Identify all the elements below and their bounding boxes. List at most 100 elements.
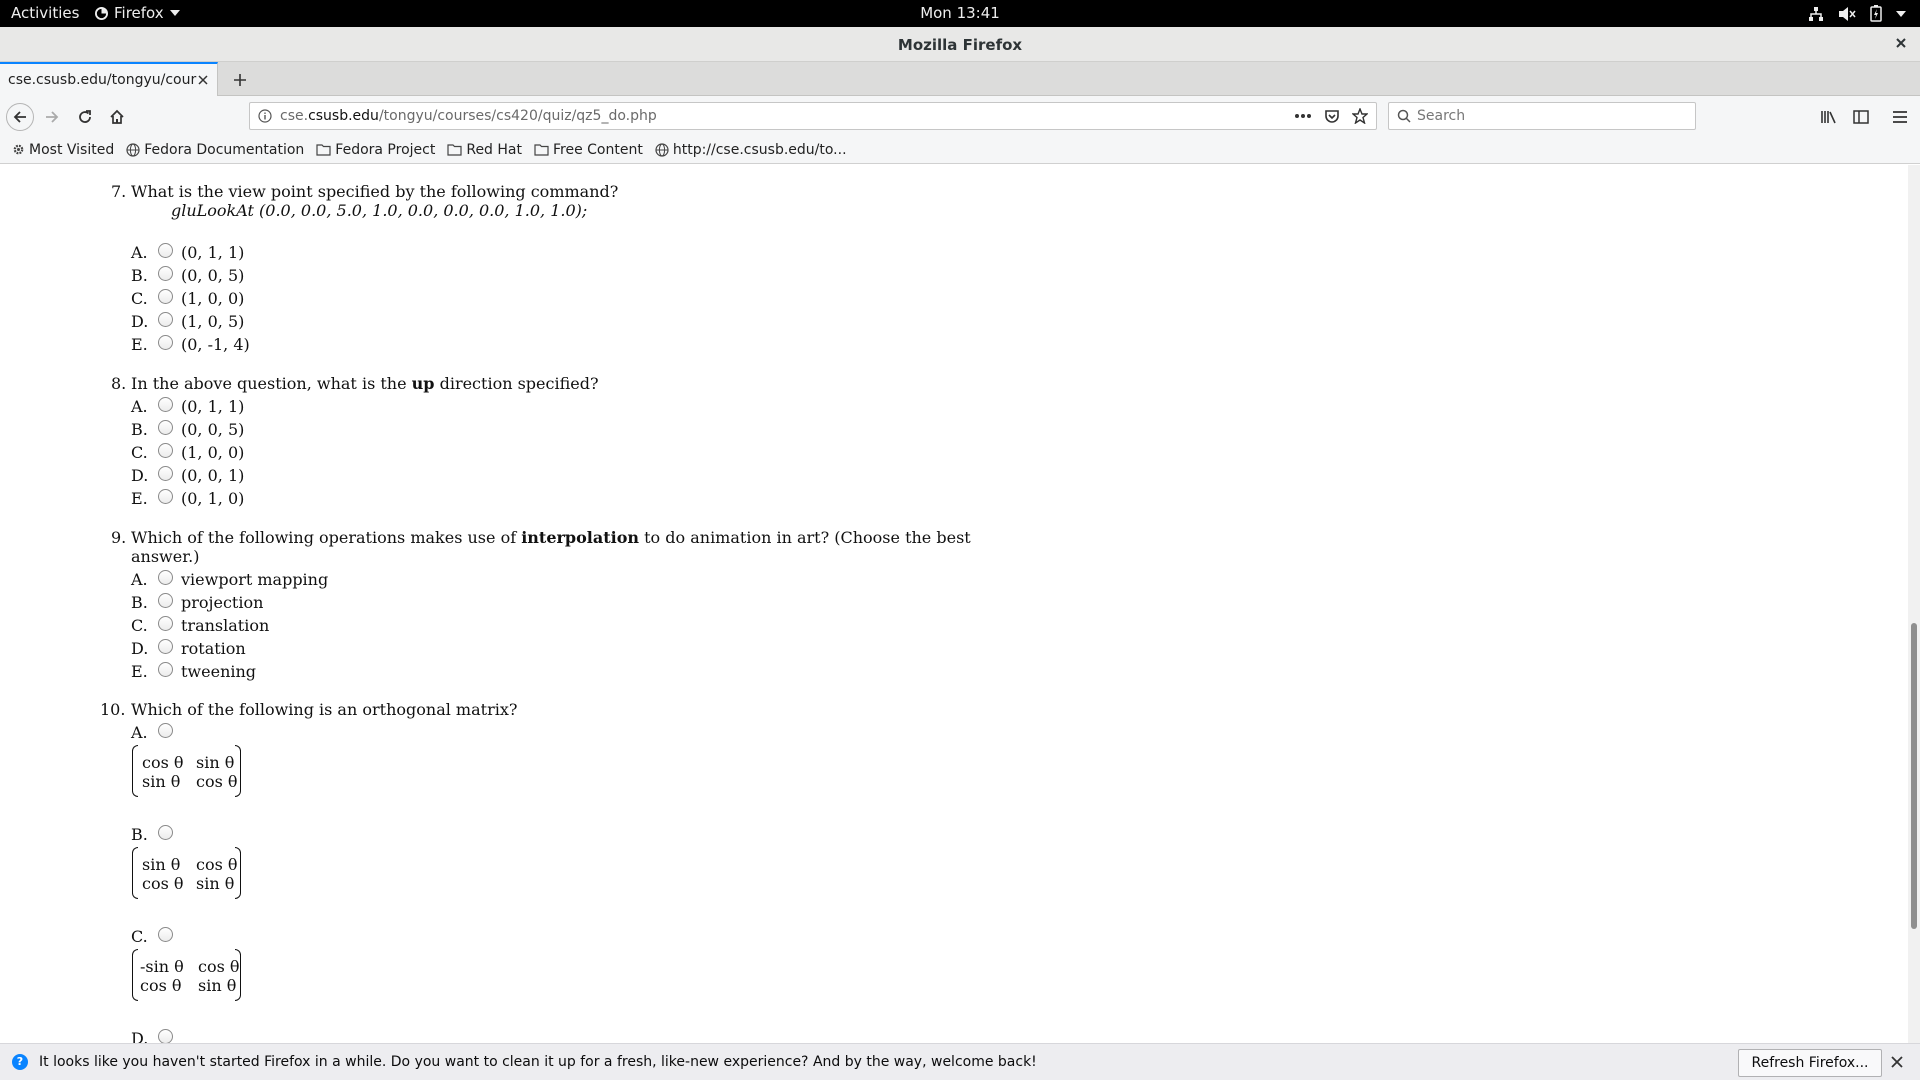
radio-button[interactable] (158, 662, 173, 677)
radio-button[interactable] (158, 420, 173, 435)
matrix-cell: cos θ (196, 772, 238, 791)
bookmark-fedora-documentation[interactable]: Fedora Documentation (126, 142, 304, 158)
question-text-line2: answer.) (131, 547, 200, 566)
bookmark-star-icon[interactable] (1352, 108, 1368, 124)
system-tray[interactable] (1808, 5, 1906, 22)
close-tab-icon[interactable] (197, 74, 209, 86)
bookmarks-toolbar: Most Visited Fedora Documentation Fedora… (0, 136, 1920, 164)
tab-strip: cse.csusb.edu/tongyu/course (0, 62, 1920, 96)
tab-active[interactable]: cse.csusb.edu/tongyu/course (0, 62, 218, 96)
radio-button[interactable] (158, 639, 173, 654)
radio-button[interactable] (158, 335, 173, 350)
sidebar-button[interactable] (1848, 104, 1874, 130)
arrow-right-icon (44, 109, 60, 125)
library-button[interactable] (1816, 104, 1842, 130)
vertical-scrollbar[interactable] (1908, 165, 1920, 1043)
question-number: 10. (100, 700, 126, 719)
radio-button[interactable] (158, 825, 173, 840)
home-button[interactable] (104, 104, 130, 130)
option-text: tweening (181, 662, 257, 681)
close-icon[interactable] (1890, 1055, 1904, 1069)
matrix-cell: cos θ (196, 855, 238, 874)
question-text: What is the view point specified by the … (131, 182, 619, 201)
search-bar[interactable] (1388, 102, 1696, 130)
radio-button[interactable] (158, 723, 173, 738)
option-text: projection (181, 593, 264, 612)
radio-button[interactable] (158, 466, 173, 481)
option-text: (0, 0, 5) (181, 420, 245, 439)
radio-button[interactable] (158, 1029, 173, 1043)
app-menu[interactable]: Firefox (95, 4, 180, 22)
folder-icon (534, 143, 549, 156)
arrow-left-icon (12, 109, 28, 125)
activities-button[interactable]: Activities (11, 4, 79, 22)
bookmark-label: Most Visited (29, 141, 115, 158)
app-menu-label: Firefox (114, 4, 164, 22)
matrix-bracket-left (132, 745, 138, 797)
reload-icon (77, 109, 93, 125)
folder-icon (316, 143, 331, 156)
url-text[interactable]: cse.csusb.edu/tongyu/courses/cs420/quiz/… (280, 108, 1294, 124)
notification-bar: ? It looks like you haven't started Fire… (0, 1043, 1920, 1080)
sidebar-icon (1853, 110, 1869, 124)
radio-button[interactable] (158, 397, 173, 412)
search-input[interactable] (1417, 108, 1695, 124)
new-tab-button[interactable] (228, 68, 252, 92)
radio-button[interactable] (158, 489, 173, 504)
matrix-cell: cos θ (198, 957, 240, 976)
url-path: /tongyu/courses/cs420/quiz/qz5_do.php (378, 108, 657, 124)
matrix-bracket-right (235, 745, 241, 797)
question-icon: ? (12, 1054, 28, 1070)
forward-button[interactable] (39, 104, 65, 130)
matrix-cell: sin θ (198, 976, 237, 995)
bookmark-cse-csusb[interactable]: http://cse.csusb.edu/to... (655, 142, 847, 158)
option-letter: C. (131, 927, 148, 946)
option-text: (0, 0, 1) (181, 466, 245, 485)
pocket-icon[interactable] (1324, 108, 1340, 124)
globe-icon (126, 142, 140, 157)
bookmark-free-content[interactable]: Free Content (534, 142, 643, 158)
url-domain: csusb.edu (308, 108, 379, 124)
radio-button[interactable] (158, 266, 173, 281)
option-letter: D. (131, 466, 149, 485)
menu-button[interactable] (1887, 104, 1913, 130)
hamburger-menu-icon (1892, 110, 1908, 124)
option-letter: A. (131, 723, 148, 742)
radio-button[interactable] (158, 443, 173, 458)
option-letter: C. (131, 616, 148, 635)
radio-button[interactable] (158, 593, 173, 608)
option-letter: E. (131, 489, 148, 508)
option-text: (0, 1, 0) (181, 489, 245, 508)
window-close-icon[interactable] (1894, 36, 1908, 50)
page-actions-icon[interactable] (1294, 113, 1312, 119)
question-number: 7. (111, 182, 127, 201)
reload-button[interactable] (72, 104, 98, 130)
url-bar[interactable]: cse.csusb.edu/tongyu/courses/cs420/quiz/… (249, 102, 1377, 130)
matrix-cell: sin θ (196, 753, 235, 772)
radio-button[interactable] (158, 570, 173, 585)
scrollbar-thumb[interactable] (1911, 623, 1917, 929)
bookmark-most-visited[interactable]: Most Visited (12, 142, 114, 158)
globe-icon (655, 142, 669, 157)
back-button[interactable] (6, 103, 34, 131)
option-letter: B. (131, 825, 148, 844)
radio-button[interactable] (158, 312, 173, 327)
gnome-top-bar: Activities Firefox Mon 13:41 (0, 0, 1920, 27)
radio-button[interactable] (158, 243, 173, 258)
radio-button[interactable] (158, 927, 173, 942)
question-number: 8. (111, 374, 127, 393)
option-text: (0, 1, 1) (181, 397, 245, 416)
clock[interactable]: Mon 13:41 (920, 4, 1000, 22)
refresh-firefox-button[interactable]: Refresh Firefox... (1738, 1049, 1882, 1077)
option-letter: A. (131, 570, 148, 589)
page-content: 7. What is the view point specified by t… (0, 165, 1908, 1043)
bookmark-fedora-project[interactable]: Fedora Project (316, 142, 435, 158)
radio-button[interactable] (158, 616, 173, 631)
bookmark-red-hat[interactable]: Red Hat (447, 142, 522, 158)
question-text: In the above question, what is the up di… (131, 374, 599, 393)
radio-button[interactable] (158, 289, 173, 304)
info-icon[interactable] (250, 109, 280, 123)
question-text-part: to do animation in art? (Choose the best (644, 528, 971, 547)
option-letter: B. (131, 266, 148, 285)
volume-muted-icon (1838, 6, 1856, 22)
